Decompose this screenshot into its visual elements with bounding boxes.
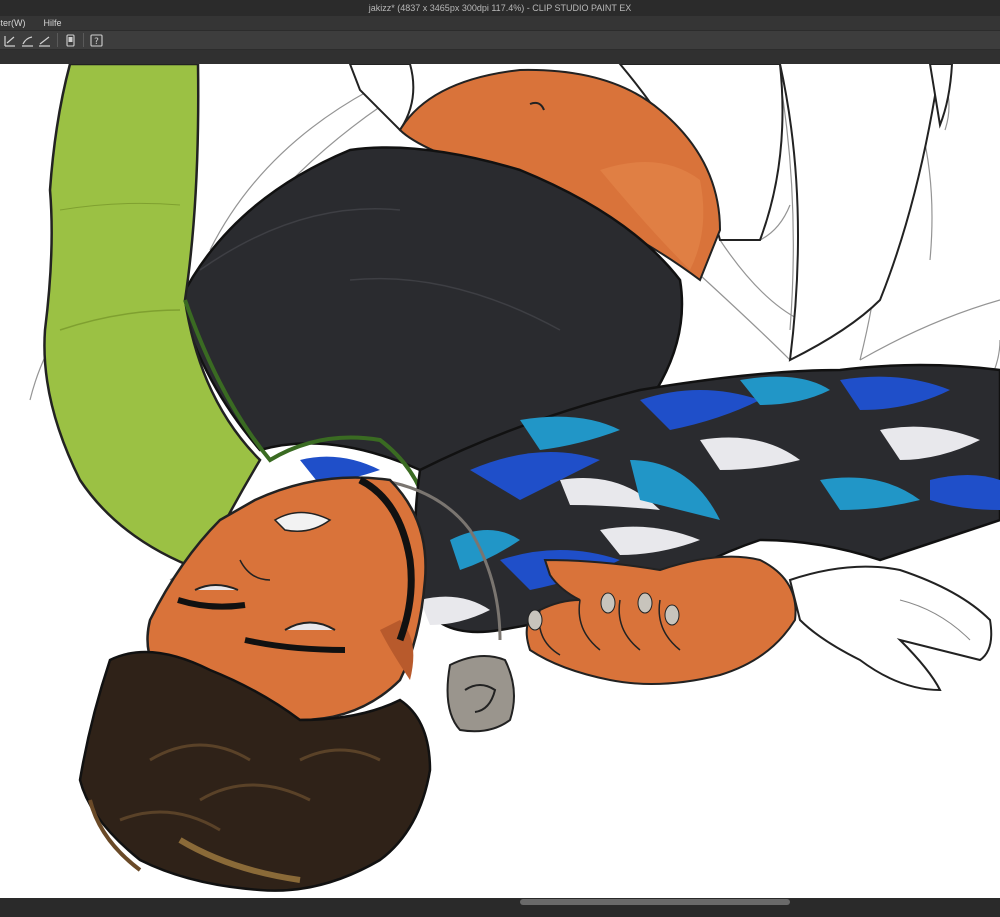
pen-correct-icon[interactable] (3, 33, 18, 48)
toolbar-separator (57, 33, 58, 47)
status-bar (0, 906, 1000, 917)
help-icon[interactable]: ? (89, 33, 104, 48)
taper-icon[interactable] (37, 33, 52, 48)
stabilize-icon[interactable] (20, 33, 35, 48)
menu-item-help[interactable]: Hilfe (44, 16, 68, 30)
window-title: jakizz* (4837 x 3465px 300dpi 117.4%) - … (368, 3, 632, 13)
smartphone-icon[interactable] (63, 33, 78, 48)
svg-text:?: ? (94, 37, 99, 47)
menu-bar: ster(W) Hilfe (0, 16, 1000, 30)
horizontal-scroll-thumb[interactable] (520, 899, 790, 905)
toolbar-separator (83, 33, 84, 47)
toolbar-strip (0, 50, 1000, 64)
menu-item-window[interactable]: ster(W) (0, 16, 32, 30)
window-title-bar: jakizz* (4837 x 3465px 300dpi 117.4%) - … (0, 0, 1000, 16)
command-bar: ? (0, 30, 1000, 50)
horizontal-scrollbar[interactable] (0, 898, 1000, 906)
pendant (446, 655, 515, 733)
drawing-canvas[interactable] (0, 64, 1000, 898)
artwork (29, 64, 1000, 892)
clip-studio-window: jakizz* (4837 x 3465px 300dpi 117.4%) - … (0, 0, 1000, 917)
